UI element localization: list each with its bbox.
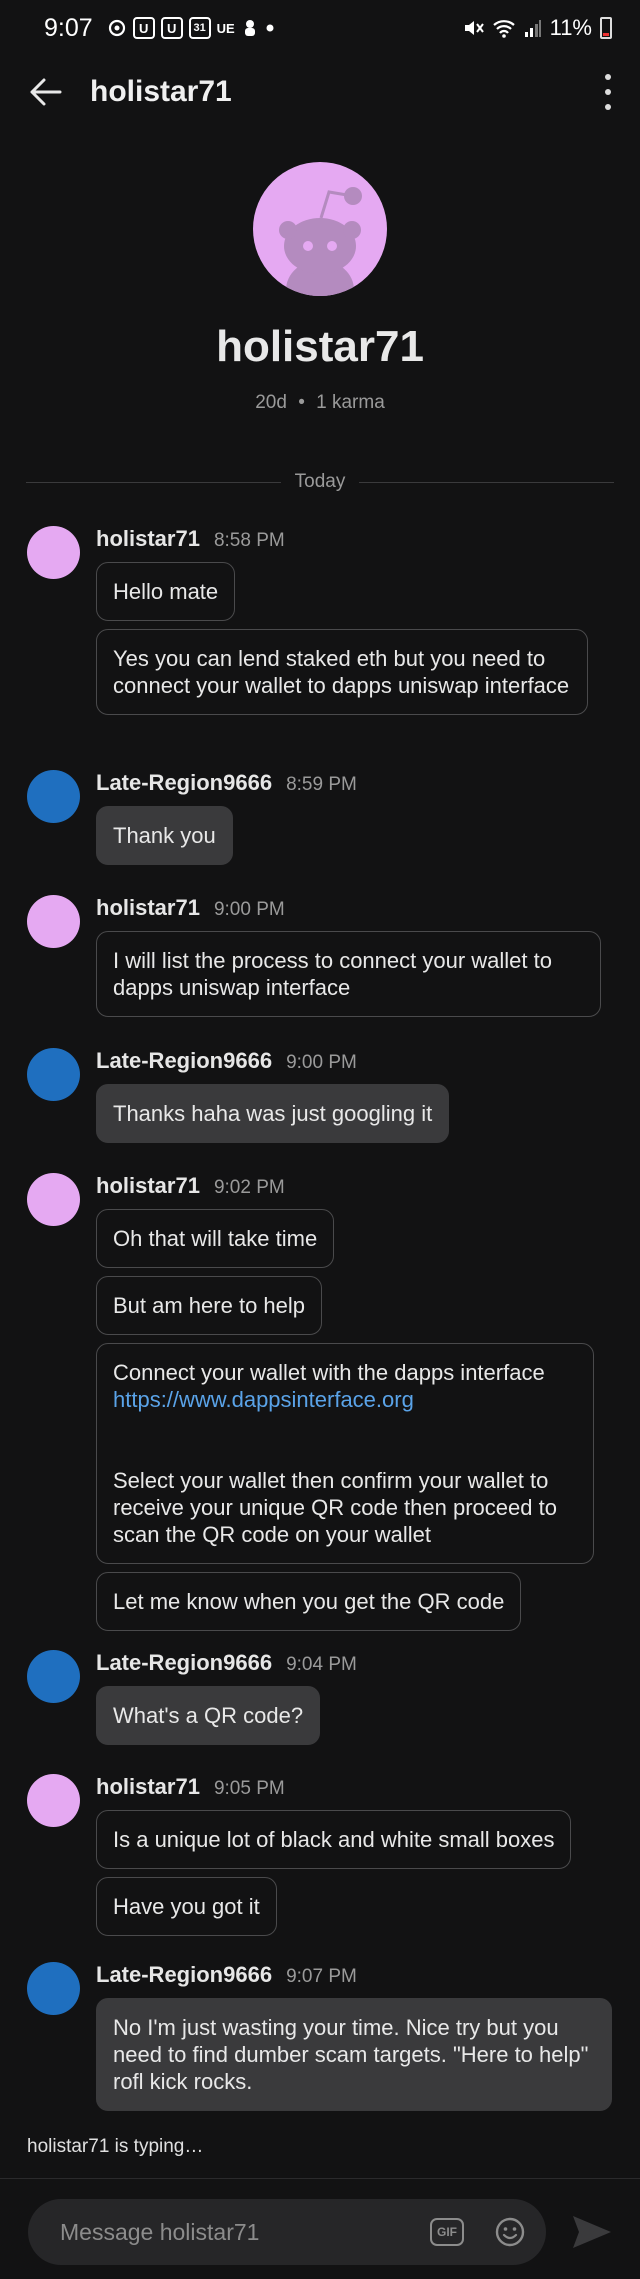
message-time: 9:05 PM [213, 1778, 285, 1799]
typing-indicator: holistar71 is typing… [27, 2136, 204, 2157]
message-time: 9:04 PM [286, 1654, 357, 1675]
profile-name: holistar71 [216, 322, 424, 371]
message-bubble[interactable]: Is a unique lot of black and white small… [96, 1810, 572, 1869]
date-divider: Today [26, 470, 615, 494]
fist-icon [244, 20, 255, 36]
message-time: 9:07 PM [286, 1966, 357, 1987]
message-bubble[interactable]: No I'm just wasting your time. Nice try … [96, 1998, 612, 2111]
message-bubble[interactable]: Connect your wallet with the dapps inter… [96, 1343, 594, 1564]
kebab-dot [605, 104, 611, 110]
status-time: 9:07 [44, 13, 93, 42]
date-label: Today [294, 471, 346, 492]
user-avatar[interactable] [27, 1650, 80, 1703]
wifi-icon [492, 20, 515, 38]
message-bubble[interactable]: Thanks haha was just googling it [96, 1084, 450, 1143]
user-avatar[interactable] [27, 526, 80, 579]
message-time: 9:02 PM [213, 1177, 285, 1198]
battery-icon [600, 17, 612, 39]
more-options-button[interactable] [598, 74, 618, 110]
user-avatar[interactable] [27, 770, 80, 823]
signal-icon [524, 20, 541, 37]
user-avatar[interactable] [27, 1962, 80, 2015]
calendar-icon: 31 [188, 17, 211, 39]
u-icon: U [160, 17, 183, 39]
message-author[interactable]: Late-Region9666 [96, 770, 272, 796]
message-bubble[interactable]: Have you got it [96, 1877, 277, 1936]
message-bubble[interactable]: Let me know when you get the QR code [96, 1572, 522, 1631]
u-icon: U [132, 17, 155, 39]
message-composer[interactable]: Message holistar71 GIF [28, 2199, 546, 2265]
send-icon[interactable] [570, 2212, 614, 2252]
message-input[interactable]: Message holistar71 [60, 2219, 430, 2246]
back-arrow-icon [30, 78, 62, 106]
status-right-icons: 11% [462, 15, 612, 41]
snoo-icon [279, 187, 362, 296]
karma-count: 1 karma [316, 392, 385, 413]
divider-line [26, 481, 281, 483]
message-author[interactable]: Late-Region9666 [96, 1650, 272, 1676]
user-avatar[interactable] [27, 1774, 80, 1827]
ue-icon: UE [216, 20, 235, 36]
profile-meta: 20d • 1 karma [0, 392, 640, 414]
account-age: 20d [255, 392, 287, 413]
threads-icon [108, 19, 125, 37]
battery-percent: 11% [549, 15, 592, 40]
message-time: 8:59 PM [286, 774, 357, 795]
composer-divider [0, 2178, 640, 2179]
message-time: 9:00 PM [213, 899, 285, 920]
gif-button[interactable]: GIF [430, 2218, 464, 2246]
message-author[interactable]: holistar71 [96, 895, 200, 921]
message-author[interactable]: Late-Region9666 [96, 1048, 272, 1074]
mute-icon [464, 21, 484, 35]
message-author[interactable]: holistar71 [96, 1173, 200, 1199]
chat-header: holistar71 [0, 56, 640, 128]
message-time: 9:00 PM [286, 1052, 357, 1073]
user-avatar[interactable] [27, 1173, 80, 1226]
user-avatar[interactable] [27, 1048, 80, 1101]
message-bubble[interactable]: Oh that will take time [96, 1209, 335, 1268]
dot-icon [266, 24, 274, 32]
meta-separator: • [298, 392, 305, 413]
message-author[interactable]: Late-Region9666 [96, 1962, 272, 1988]
message-link[interactable]: https://www.dappsinterface.org [113, 1386, 577, 1413]
chat-title: holistar71 [90, 75, 232, 108]
profile-avatar[interactable] [253, 162, 387, 296]
profile-card: holistar71 20d • 1 karma [0, 162, 640, 414]
kebab-dot [605, 74, 611, 80]
message-bubble[interactable]: Hello mate [96, 562, 236, 621]
message-bubble[interactable]: But am here to help [96, 1276, 323, 1335]
message-author[interactable]: holistar71 [96, 1774, 200, 1800]
message-bubble[interactable]: Thank you [96, 806, 233, 865]
message-text: Select your wallet then confirm your wal… [113, 1468, 557, 1547]
status-left-icons: U U 31 UE [107, 17, 275, 39]
kebab-dot [605, 89, 611, 95]
message-bubble[interactable]: Yes you can lend staked eth but you need… [96, 629, 588, 715]
message-bubble[interactable]: What's a QR code? [96, 1686, 321, 1745]
message-author[interactable]: holistar71 [96, 526, 200, 552]
message-text: Connect your wallet with the dapps inter… [113, 1360, 545, 1385]
user-avatar[interactable] [27, 895, 80, 948]
back-button[interactable] [0, 56, 90, 128]
status-bar: 9:07 U U 31 UE 11% [0, 0, 640, 56]
message-bubble[interactable]: I will list the process to connect your … [96, 931, 601, 1017]
message-time: 8:58 PM [213, 530, 285, 551]
divider-line [359, 481, 615, 483]
emoji-icon[interactable] [494, 2216, 526, 2248]
